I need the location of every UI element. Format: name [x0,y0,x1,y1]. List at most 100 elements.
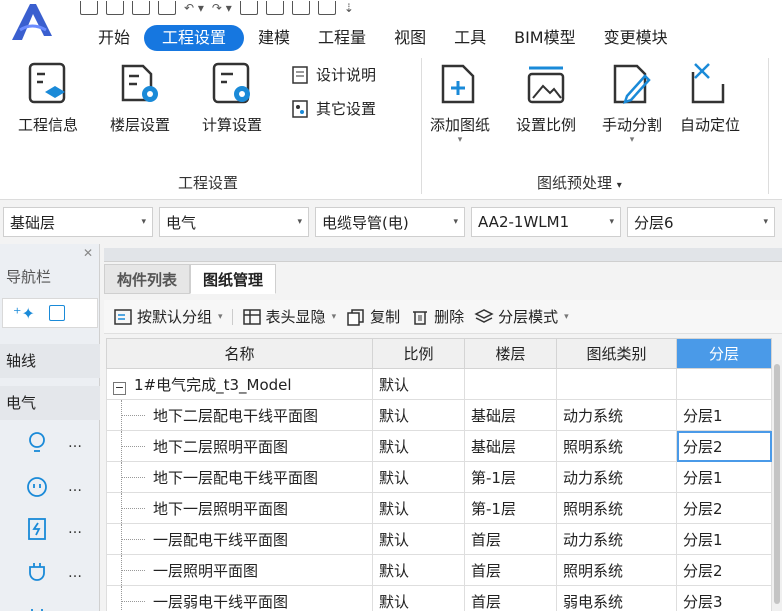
cell-layer[interactable]: 分层3 [676,585,772,611]
cell-scale[interactable]: 默认 [372,585,465,611]
table-row[interactable]: 地下二层照明平面图 默认 基础层 照明系统 分层2 [106,430,772,462]
cell-scale[interactable]: 默认 [372,523,465,555]
sum-icon[interactable] [239,1,258,15]
new-file-icon[interactable] [106,1,124,15]
layer-combo[interactable]: 分层6 ▾ [627,207,775,237]
cell-layer[interactable]: 分层1 [676,399,772,431]
cell-floor[interactable]: 基础层 [464,430,557,462]
more-icon[interactable]: … [68,479,82,495]
redo-icon[interactable]: ↷ ▾ [212,2,232,14]
menu-item-0[interactable]: 开始 [84,25,144,51]
cell-category[interactable]: 弱电系统 [556,585,677,611]
nav-item-plug[interactable]: … [0,556,100,590]
cell-scale[interactable]: 默认 [372,399,465,431]
column-header-name[interactable]: 名称 [106,338,373,369]
nav-section-electrical[interactable]: 电气 [0,386,100,420]
scrollbar-thumb[interactable] [774,364,780,604]
more-icon[interactable]: … [68,565,82,581]
group-default-button[interactable]: 按默认分组 ▾ [110,306,226,327]
cell-name[interactable]: 一层弱电干线平面图 [106,585,373,611]
cell-scale[interactable]: 默认 [372,430,465,462]
table-row[interactable]: 一层配电干线平面图 默认 首层 动力系统 分层1 [106,523,772,555]
table-icon[interactable] [291,1,310,15]
table-row[interactable]: 一层弱电干线平面图 默认 首层 弱电系统 分层3 [106,585,772,611]
calc-view-icon[interactable] [265,1,284,15]
menu-item-6[interactable]: BIM模型 [500,25,590,51]
group-layer-cell[interactable] [676,368,772,400]
new-item-icon[interactable]: ⁺✦ [13,304,35,323]
column-header-scale[interactable]: 比例 [372,338,465,369]
cell-name[interactable]: 一层照明平面图 [106,554,373,586]
cell-layer[interactable]: 分层1 [676,523,772,555]
table-row[interactable]: 地下二层配电干线平面图 默认 基础层 动力系统 分层1 [106,399,772,431]
nav-item-light[interactable]: … [0,426,100,460]
table-group-row[interactable]: −1#电气完成_t3_Model 默认 [106,368,772,400]
menu-item-1[interactable]: 工程设置 [144,25,245,51]
nav-item-wire[interactable] [0,596,100,611]
more-icon[interactable]: … [68,521,82,537]
add-drawing-button[interactable]: 添加图纸 ▾ [430,58,490,145]
cell-layer[interactable]: 分层2 [676,492,772,524]
table-scrollbar[interactable] [772,360,782,611]
copy-button[interactable]: 复制 [343,306,403,327]
collapse-icon[interactable]: − [113,381,126,395]
cell-floor[interactable]: 首层 [464,554,557,586]
cell-name[interactable]: 地下一层照明平面图 [106,492,373,524]
table-row[interactable]: 地下一层照明平面图 默认 第-1层 照明系统 分层2 [106,492,772,524]
import-icon[interactable] [80,1,98,15]
delete-button[interactable]: 删除 [407,306,467,327]
add-drawing-dropdown-icon[interactable]: ▾ [458,135,463,145]
group-floor-cell[interactable] [464,368,557,400]
menu-item-3[interactable]: 工程量 [304,25,380,51]
close-icon[interactable]: ✕ [83,246,93,260]
cell-layer[interactable]: 分层2 [676,430,772,462]
layer-mode-button[interactable]: 分层模式 ▾ [471,306,572,327]
menu-item-2[interactable]: 建模 [244,25,304,51]
menu-item-4[interactable]: 视图 [380,25,440,51]
manual-split-button[interactable]: 手动分割 ▾ [602,58,662,145]
cell-floor[interactable]: 首层 [464,523,557,555]
nav-item-panel[interactable]: … [0,512,100,546]
floor-combo[interactable]: 基础层 ▾ [3,207,153,237]
set-scale-button[interactable]: 设置比例 [516,58,576,135]
open-folder-icon[interactable] [132,1,150,15]
cell-scale[interactable]: 默认 [372,554,465,586]
cell-floor[interactable]: 首层 [464,585,557,611]
tab-drawing-management[interactable]: 图纸管理 [190,264,277,294]
header-toggle-button[interactable]: 表头显隐 ▾ [239,306,340,327]
project-info-button[interactable]: 工程信息 [18,58,78,135]
cell-category[interactable]: 照明系统 [556,492,677,524]
nav-item-socket[interactable]: … [0,470,100,504]
floor-settings-button[interactable]: 楼层设置 [110,58,170,135]
auto-locate-button[interactable]: 自动定位 [680,58,740,135]
group-name-cell[interactable]: −1#电气完成_t3_Model [106,368,373,400]
cell-floor[interactable]: 第-1层 [464,492,557,524]
component-combo[interactable]: AA2-1WLM1 ▾ [471,207,621,237]
undo-icon[interactable]: ↶ ▾ [184,2,204,14]
table-row[interactable]: 地下一层配电干线平面图 默认 第-1层 动力系统 分层1 [106,461,772,493]
select-icon[interactable] [317,1,336,15]
cell-scale[interactable]: 默认 [372,461,465,493]
menu-item-5[interactable]: 工具 [440,25,500,51]
customize-qa-icon[interactable]: ⇣ [344,2,354,14]
more-icon[interactable]: … [68,435,82,451]
cell-name[interactable]: 地下二层照明平面图 [106,430,373,462]
cell-floor[interactable]: 基础层 [464,399,557,431]
group-scale-cell[interactable]: 默认 [372,368,465,400]
cell-category[interactable]: 照明系统 [556,430,677,462]
cell-category[interactable]: 动力系统 [556,523,677,555]
cell-name[interactable]: 一层配电干线平面图 [106,523,373,555]
tab-component-list[interactable]: 构件列表 [104,264,191,294]
column-header-category[interactable]: 图纸类别 [556,338,677,369]
edit-icon[interactable] [48,305,65,321]
cell-category[interactable]: 动力系统 [556,461,677,493]
cell-floor[interactable]: 第-1层 [464,461,557,493]
calc-settings-button[interactable]: 计算设置 [202,58,262,135]
drawing-group-expand-icon[interactable]: ▾ [617,180,622,191]
column-header-floor[interactable]: 楼层 [464,338,557,369]
cell-scale[interactable]: 默认 [372,492,465,524]
cell-layer[interactable]: 分层1 [676,461,772,493]
nav-section-axis[interactable]: 轴线 [0,344,100,378]
cell-name[interactable]: 地下一层配电干线平面图 [106,461,373,493]
column-header-layer[interactable]: 分层 [676,338,772,369]
